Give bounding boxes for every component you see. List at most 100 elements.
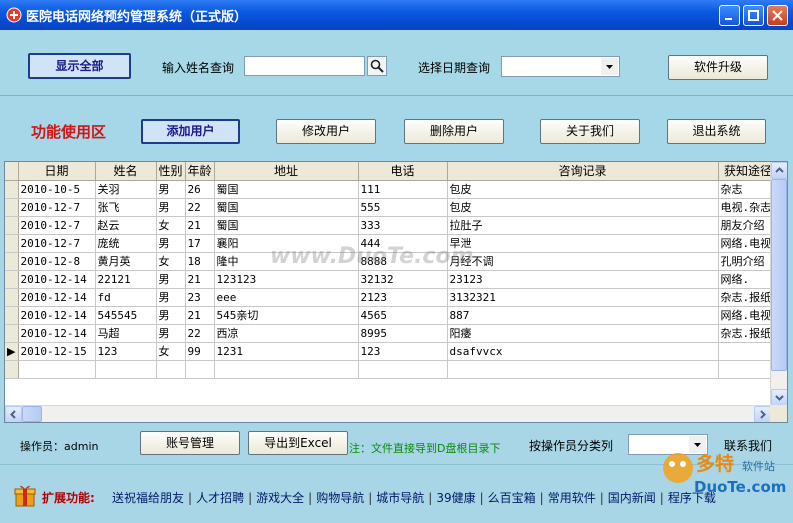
table-cell[interactable]: 蜀国 (214, 216, 359, 235)
extension-link[interactable]: 城市导航 (376, 491, 424, 505)
table-cell[interactable] (718, 342, 779, 361)
table-cell[interactable]: 123123 (214, 270, 359, 289)
add-user-button[interactable]: 添加用户 (141, 119, 240, 144)
appointment-grid[interactable]: 日期 姓名 性别 年龄 地址 电话 咨询记录 获知途径 2010-10-5 关羽男… (4, 161, 788, 423)
table-cell[interactable]: 545545 (95, 306, 157, 325)
table-cell[interactable]: 赵云 (95, 216, 157, 235)
table-row[interactable]: ▶ 2010-12-15 123 女 99 1231 123 dsafvvcx (5, 342, 779, 361)
row-indicator[interactable] (5, 216, 19, 235)
table-cell[interactable]: 1231 (214, 342, 359, 361)
table-cell[interactable]: 2123 (358, 288, 448, 307)
table-cell[interactable]: 2010-12-7 (18, 198, 96, 217)
table-cell[interactable] (18, 360, 96, 379)
table-row[interactable]: 2010-12-14 545545 男 21 545亲切 4565 887 网络.电视 (5, 306, 779, 325)
table-cell[interactable]: 女 (156, 342, 186, 361)
table-cell[interactable]: 18 (185, 252, 215, 271)
column-header[interactable]: 获知途径 (718, 162, 779, 181)
row-indicator[interactable] (5, 234, 19, 253)
table-cell[interactable]: 2010-12-14 (18, 270, 96, 289)
table-cell[interactable]: 32132 (358, 270, 448, 289)
table-cell[interactable]: 女 (156, 252, 186, 271)
table-cell[interactable]: 杂志 (718, 180, 779, 199)
table-cell[interactable] (718, 360, 779, 379)
table-cell[interactable]: 3132321 (447, 288, 719, 307)
table-cell[interactable]: 545亲切 (214, 306, 359, 325)
table-cell[interactable]: 关羽 (95, 180, 157, 199)
table-cell[interactable]: 111 (358, 180, 448, 199)
table-cell[interactable]: 网络.电视 (718, 306, 779, 325)
table-cell[interactable]: 张飞 (95, 198, 157, 217)
table-row[interactable]: 2010-12-7 张飞男 22 蜀国 555 包皮 电视.杂志 (5, 198, 779, 217)
row-indicator[interactable] (5, 288, 19, 307)
table-cell[interactable]: 电视.杂志 (718, 198, 779, 217)
export-excel-button[interactable]: 导出到Excel (248, 431, 348, 455)
table-cell[interactable]: 2010-12-15 (18, 342, 96, 361)
table-row[interactable]: 2010-12-14 马超男 22 西凉 8995 阳痿 杂志.报纸 (5, 324, 779, 343)
extension-link[interactable]: 常用软件 (548, 491, 596, 505)
table-cell[interactable]: 男 (156, 270, 186, 289)
table-cell[interactable]: 2010-12-7 (18, 234, 96, 253)
table-cell[interactable]: 555 (358, 198, 448, 217)
scroll-thumb[interactable] (771, 179, 787, 371)
table-cell[interactable] (185, 360, 215, 379)
table-cell[interactable]: 21 (185, 216, 215, 235)
table-cell[interactable]: 123 (95, 342, 157, 361)
table-cell[interactable]: 4565 (358, 306, 448, 325)
table-cell[interactable]: 333 (358, 216, 448, 235)
upgrade-button[interactable]: 软件升级 (668, 55, 768, 80)
row-indicator[interactable] (5, 252, 19, 271)
table-cell[interactable]: 男 (156, 198, 186, 217)
table-cell[interactable]: 男 (156, 306, 186, 325)
close-button[interactable] (767, 5, 788, 26)
table-cell[interactable]: 男 (156, 234, 186, 253)
table-row[interactable]: 2010-12-14 fd 男 23 eee 2123 3132321 杂志.报纸 (5, 288, 779, 307)
table-cell[interactable]: 2010-12-8 (18, 252, 96, 271)
scroll-down-button[interactable] (771, 389, 787, 406)
table-cell[interactable]: 庞统 (95, 234, 157, 253)
date-picker-dropdown[interactable] (601, 58, 618, 75)
column-header[interactable]: 日期 (18, 162, 96, 181)
table-cell[interactable]: 拉肚子 (447, 216, 719, 235)
table-cell[interactable]: 孔明介绍 (718, 252, 779, 271)
table-cell[interactable]: 26 (185, 180, 215, 199)
show-all-button[interactable]: 显示全部 (28, 53, 131, 79)
table-cell[interactable]: 男 (156, 324, 186, 343)
table-cell[interactable]: 2010-12-14 (18, 288, 96, 307)
extension-link[interactable]: 购物导航 (316, 491, 364, 505)
table-cell[interactable]: 2010-12-14 (18, 306, 96, 325)
scroll-left-button[interactable] (5, 406, 22, 422)
table-cell[interactable]: 123 (358, 342, 448, 361)
table-cell[interactable]: fd (95, 288, 157, 307)
table-new-row[interactable] (5, 360, 779, 379)
table-cell[interactable]: 网络.电视 (718, 234, 779, 253)
about-button[interactable]: 关于我们 (540, 119, 640, 144)
edit-user-button[interactable]: 修改用户 (276, 119, 376, 144)
vertical-scrollbar[interactable] (770, 162, 787, 406)
table-cell[interactable]: 2010-12-7 (18, 216, 96, 235)
row-indicator[interactable] (5, 306, 19, 325)
table-cell[interactable]: 西凉 (214, 324, 359, 343)
hscroll-thumb[interactable] (22, 406, 42, 422)
table-cell[interactable] (156, 360, 186, 379)
row-indicator[interactable] (5, 180, 19, 199)
table-cell[interactable]: 99 (185, 342, 215, 361)
table-cell[interactable]: 月经不调 (447, 252, 719, 271)
table-cell[interactable]: 黄月英 (95, 252, 157, 271)
table-cell[interactable]: 蜀国 (214, 198, 359, 217)
table-cell[interactable]: 21 (185, 270, 215, 289)
table-row[interactable]: 2010-10-5 关羽男 26 蜀国 111 包皮 杂志 (5, 180, 779, 199)
table-cell[interactable]: 男 (156, 180, 186, 199)
column-header[interactable]: 性别 (156, 162, 186, 181)
scroll-up-button[interactable] (771, 162, 787, 179)
table-cell[interactable] (5, 360, 19, 379)
scroll-right-button[interactable] (754, 406, 771, 422)
table-cell[interactable] (447, 360, 719, 379)
column-header[interactable]: 姓名 (95, 162, 157, 181)
table-cell[interactable]: 887 (447, 306, 719, 325)
table-cell[interactable]: 2010-10-5 (18, 180, 96, 199)
extension-link[interactable]: 国内新闻 (608, 491, 656, 505)
table-cell[interactable] (214, 360, 359, 379)
exit-button[interactable]: 退出系统 (667, 119, 766, 144)
column-header[interactable]: 地址 (214, 162, 359, 181)
table-cell[interactable] (95, 360, 157, 379)
